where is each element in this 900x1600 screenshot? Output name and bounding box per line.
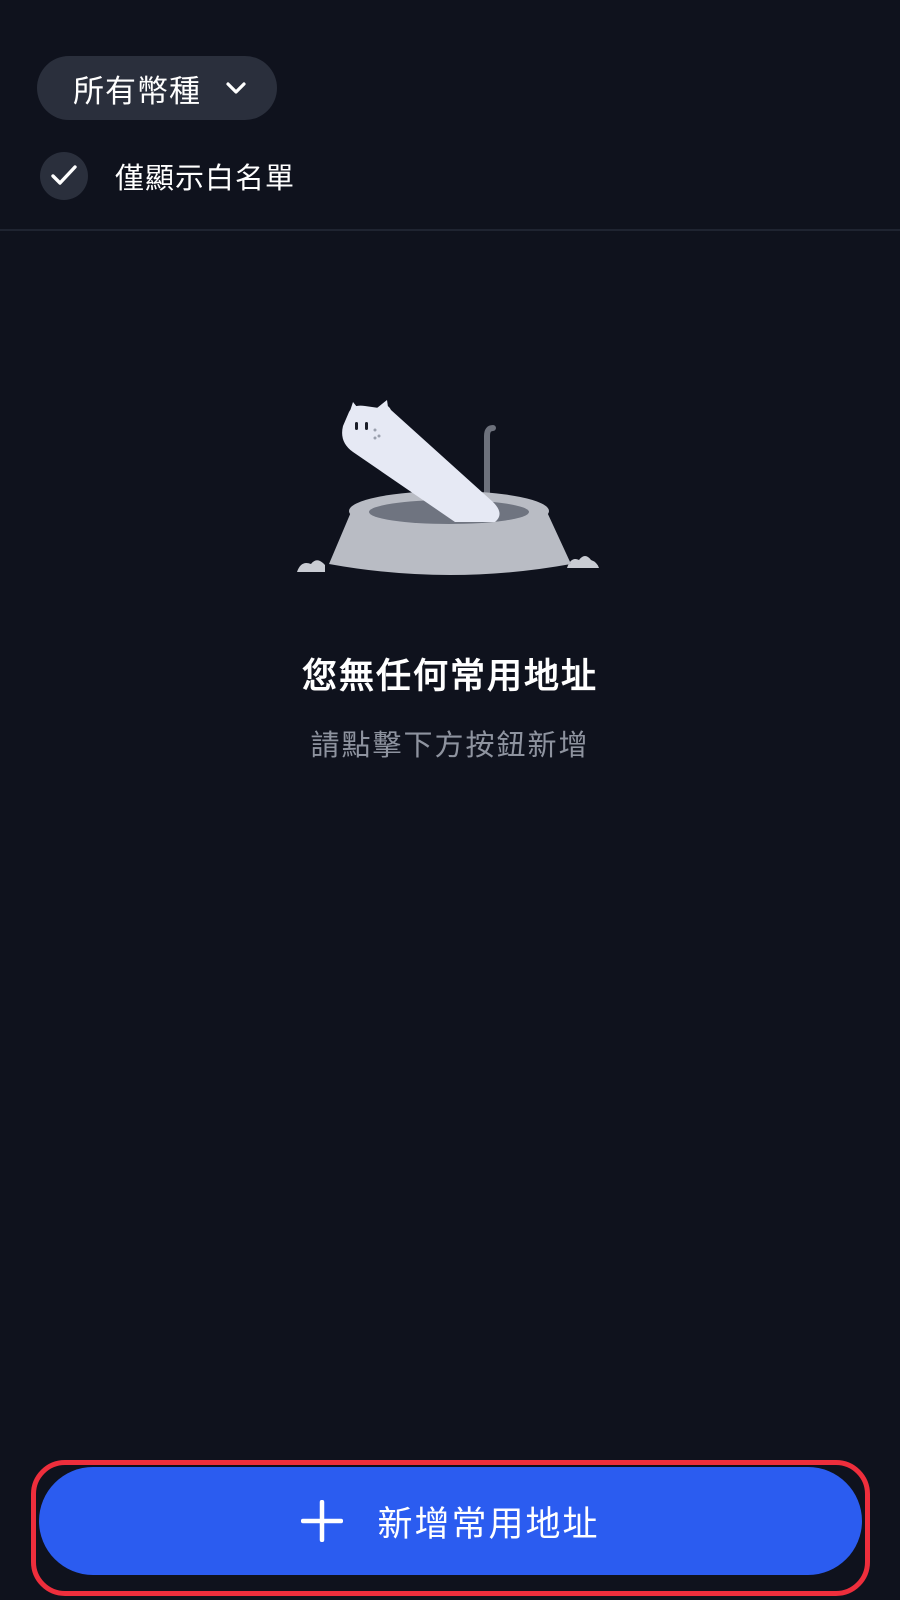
filter-bar: 所有幣種 僅顯示白名單 bbox=[0, 0, 900, 230]
whitelist-label: 僅顯示白名單 bbox=[115, 161, 296, 195]
add-address-label: 新增常用地址 bbox=[377, 1504, 600, 1545]
whitelist-toggle-row[interactable]: 僅顯示白名單 bbox=[40, 150, 295, 202]
divider bbox=[0, 229, 900, 231]
chevron-down-icon bbox=[226, 82, 246, 94]
address-book-page: 所有幣種 僅顯示白名單 您無任何常用地址 請點擊下方按鈕新增 新增常用地址 bbox=[0, 0, 900, 1600]
empty-state-title: 您無任何常用地址 bbox=[301, 657, 598, 697]
add-address-button[interactable]: 新增常用地址 bbox=[39, 1467, 862, 1575]
check-icon bbox=[51, 165, 77, 185]
coin-filter-dropdown[interactable]: 所有幣種 bbox=[37, 56, 277, 120]
plus-icon bbox=[301, 1500, 344, 1542]
whitelist-checkbox[interactable] bbox=[40, 152, 88, 200]
cat-in-bowl-illustration bbox=[297, 400, 599, 575]
coin-filter-label: 所有幣種 bbox=[73, 73, 201, 110]
empty-state-subtitle: 請點擊下方按鈕新增 bbox=[310, 728, 590, 762]
